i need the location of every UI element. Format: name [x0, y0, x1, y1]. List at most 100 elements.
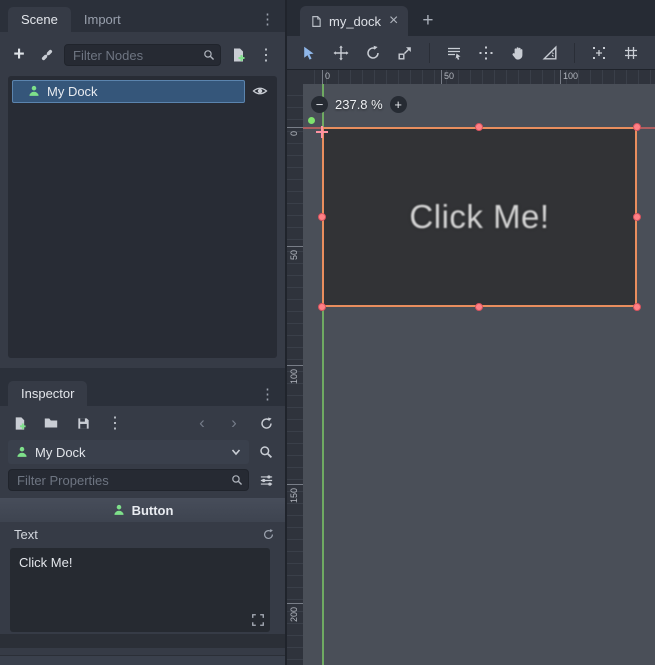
partial-property-row — [0, 655, 285, 665]
inspector-menu-icon[interactable]: ⋮ — [260, 388, 275, 402]
tab-scene-label: Scene — [21, 12, 58, 27]
class-section-header[interactable]: Button — [0, 498, 285, 522]
inspector-toolbar: ⋮ ‹ › — [0, 408, 285, 438]
button-class-icon — [112, 503, 126, 517]
ruler-tick — [287, 484, 303, 485]
toolbar-separator — [574, 43, 575, 63]
smart-snap-icon[interactable] — [591, 45, 607, 61]
ruler-tick — [287, 246, 303, 247]
script-add-icon — [230, 47, 246, 63]
inspector-gap — [0, 634, 285, 648]
move-tool-icon[interactable] — [333, 45, 349, 61]
filter-properties-row — [0, 466, 285, 494]
selection-rectangle — [322, 127, 637, 307]
list-select-icon[interactable] — [446, 45, 462, 61]
chevron-right-icon: › — [231, 414, 237, 432]
tab-inspector-label: Inspector — [21, 386, 74, 401]
folder-icon — [43, 415, 59, 431]
scene-dock-tabbar: Scene Import ⋮ — [0, 0, 285, 32]
handle-bottom-mid[interactable] — [475, 303, 483, 311]
scene-dock-body: + ⋮ My Dock — [0, 32, 285, 368]
canvas-2d[interactable]: Click Me! − 237.8 % + — [303, 84, 655, 665]
grid-snap-icon[interactable] — [623, 45, 639, 61]
history-forward-button[interactable]: › — [223, 412, 245, 434]
scene-dock-toolbar: + ⋮ — [8, 40, 277, 70]
tree-row[interactable]: My Dock — [10, 78, 275, 104]
new-scene-tab-button[interactable]: + — [422, 6, 433, 36]
inspector-dock: Inspector ⋮ ⋮ ‹ › — [0, 380, 285, 665]
new-resource-button[interactable] — [8, 412, 30, 434]
instance-scene-button[interactable] — [36, 44, 58, 66]
handle-top-mid[interactable] — [475, 123, 483, 131]
text-property-label: Text — [14, 527, 38, 542]
ruler-number: 150 — [289, 488, 299, 503]
property-tools-button[interactable] — [255, 469, 277, 491]
zoom-level-label[interactable]: 237.8 % — [335, 97, 383, 112]
ruler-number: 50 — [444, 71, 454, 81]
text-property-value: Click Me! — [19, 555, 72, 570]
zoom-in-button[interactable]: + — [390, 96, 407, 113]
ruler-tick — [322, 70, 323, 84]
handle-bottom-right[interactable] — [633, 303, 641, 311]
chevron-left-icon: ‹ — [199, 414, 205, 432]
ruler-tick — [560, 70, 561, 84]
revert-icon[interactable] — [262, 528, 275, 541]
load-resource-button[interactable] — [40, 412, 62, 434]
tab-scene[interactable]: Scene — [8, 7, 71, 32]
vertical-ruler: 0 50 100 150 200 — [287, 84, 304, 665]
handle-right-mid[interactable] — [633, 213, 641, 221]
ruler-number: 50 — [289, 250, 299, 260]
sliders-icon — [259, 473, 274, 488]
scene-tree: My Dock — [8, 76, 277, 358]
doc-search-icon — [258, 444, 274, 460]
scene-icon — [310, 15, 323, 28]
section-header-label: Button — [132, 503, 174, 518]
tree-selected-node[interactable]: My Dock — [12, 80, 245, 103]
ruler-tool-icon[interactable] — [542, 45, 558, 61]
ruler-number: 0 — [289, 131, 299, 136]
inspected-object-select[interactable]: My Dock — [8, 440, 249, 464]
ruler-corner — [287, 70, 304, 85]
rotate-tool-icon[interactable] — [365, 45, 381, 61]
zoom-controls: − 237.8 % + — [311, 96, 407, 113]
ruler-tick — [287, 603, 303, 604]
scene-dock-menu-icon[interactable]: ⋮ — [260, 13, 275, 27]
link-icon — [39, 47, 55, 63]
save-resource-button[interactable] — [72, 412, 94, 434]
open-docs-button[interactable] — [255, 441, 277, 463]
history-back-button[interactable]: ‹ — [191, 412, 213, 434]
plus-icon: + — [13, 45, 24, 65]
expand-icon[interactable] — [251, 613, 265, 627]
filter-nodes-input[interactable] — [64, 44, 221, 66]
search-icon — [230, 473, 244, 487]
filter-properties-field — [8, 469, 249, 491]
text-property-editor[interactable]: Click Me! — [10, 548, 270, 632]
pivot-crosshair-icon — [321, 126, 323, 138]
scale-tool-icon[interactable] — [397, 45, 413, 61]
zoom-out-button[interactable]: − — [311, 96, 328, 113]
close-icon[interactable]: × — [387, 14, 398, 28]
chevron-down-icon — [230, 446, 242, 458]
canvas-toolbar: ⋮ — [287, 36, 655, 70]
handle-left-mid[interactable] — [318, 213, 326, 221]
handle-bottom-left[interactable] — [318, 303, 326, 311]
scene-tab-my-dock[interactable]: my_dock × — [300, 6, 408, 36]
main-viewport: my_dock × + ⋮ 0 50 100 — [285, 0, 655, 665]
attach-script-button[interactable] — [227, 44, 249, 66]
scene-tree-menu-icon[interactable]: ⋮ — [255, 44, 277, 66]
pivot-tool-icon[interactable] — [478, 45, 494, 61]
resource-menu-icon[interactable]: ⋮ — [104, 412, 126, 434]
tab-import[interactable]: Import — [71, 7, 134, 32]
visibility-toggle-button[interactable] — [245, 83, 275, 99]
scene-tabbar: my_dock × + — [287, 0, 655, 36]
tab-inspector[interactable]: Inspector — [8, 381, 87, 406]
handle-top-right[interactable] — [633, 123, 641, 131]
pan-tool-icon[interactable] — [510, 45, 526, 61]
ruler-number: 0 — [325, 71, 330, 81]
scene-tab-label: my_dock — [329, 14, 381, 29]
select-tool-icon[interactable] — [301, 45, 317, 61]
add-node-button[interactable]: + — [8, 44, 30, 66]
object-history-button[interactable] — [255, 412, 277, 434]
eye-icon — [252, 83, 268, 99]
filter-properties-input[interactable] — [8, 469, 249, 491]
